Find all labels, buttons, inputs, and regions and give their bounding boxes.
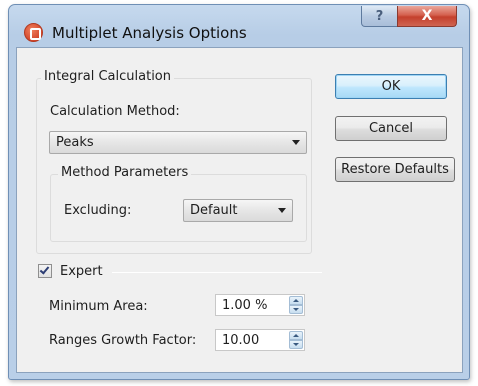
restore-defaults-button[interactable]: Restore Defaults: [335, 157, 455, 182]
ranges-growth-factor-spin-buttons[interactable]: [289, 331, 303, 349]
excluding-label: Excluding:: [64, 203, 132, 218]
method-parameters-title: Method Parameters: [58, 165, 192, 180]
chevron-down-icon: [292, 140, 300, 145]
spin-up-icon[interactable]: [289, 296, 303, 305]
dialog-window: Multiplet Analysis Options ? X Integral …: [8, 4, 470, 380]
minimum-area-spin-buttons[interactable]: [289, 296, 303, 314]
expert-checkbox[interactable]: [38, 264, 52, 278]
title-bar[interactable]: Multiplet Analysis Options ? X: [9, 5, 469, 47]
help-icon: ?: [375, 8, 384, 24]
calculation-method-select[interactable]: Peaks: [49, 131, 307, 154]
excluding-select[interactable]: Default: [183, 199, 293, 222]
spin-down-icon[interactable]: [289, 340, 303, 349]
expert-label[interactable]: Expert: [60, 264, 103, 279]
help-button[interactable]: ?: [361, 6, 398, 27]
spin-up-icon[interactable]: [289, 331, 303, 340]
chevron-down-icon: [278, 208, 286, 213]
integral-calculation-title: Integral Calculation: [41, 69, 174, 84]
expert-divider: [112, 272, 322, 273]
ranges-growth-factor-spinbox[interactable]: 10.00: [215, 329, 305, 351]
close-button[interactable]: X: [397, 6, 457, 27]
dialog-title: Multiplet Analysis Options: [52, 24, 247, 42]
ok-button[interactable]: OK: [335, 74, 447, 99]
excluding-value: Default: [190, 203, 238, 218]
calculation-method-label: Calculation Method:: [50, 104, 180, 119]
minimum-area-label: Minimum Area:: [49, 299, 148, 314]
calculation-method-value: Peaks: [56, 135, 94, 150]
minimum-area-value: 1.00 %: [222, 298, 268, 313]
ranges-growth-factor-label: Ranges Growth Factor:: [49, 333, 197, 348]
minimum-area-spinbox[interactable]: 1.00 %: [215, 294, 305, 316]
ranges-growth-factor-value: 10.00: [222, 333, 260, 348]
dialog-body: Integral Calculation Calculation Method:…: [16, 47, 463, 373]
checkmark-icon: [39, 264, 50, 275]
cancel-button[interactable]: Cancel: [335, 116, 447, 141]
app-icon: [24, 23, 43, 42]
close-icon: X: [421, 8, 433, 24]
spin-down-icon[interactable]: [289, 305, 303, 314]
